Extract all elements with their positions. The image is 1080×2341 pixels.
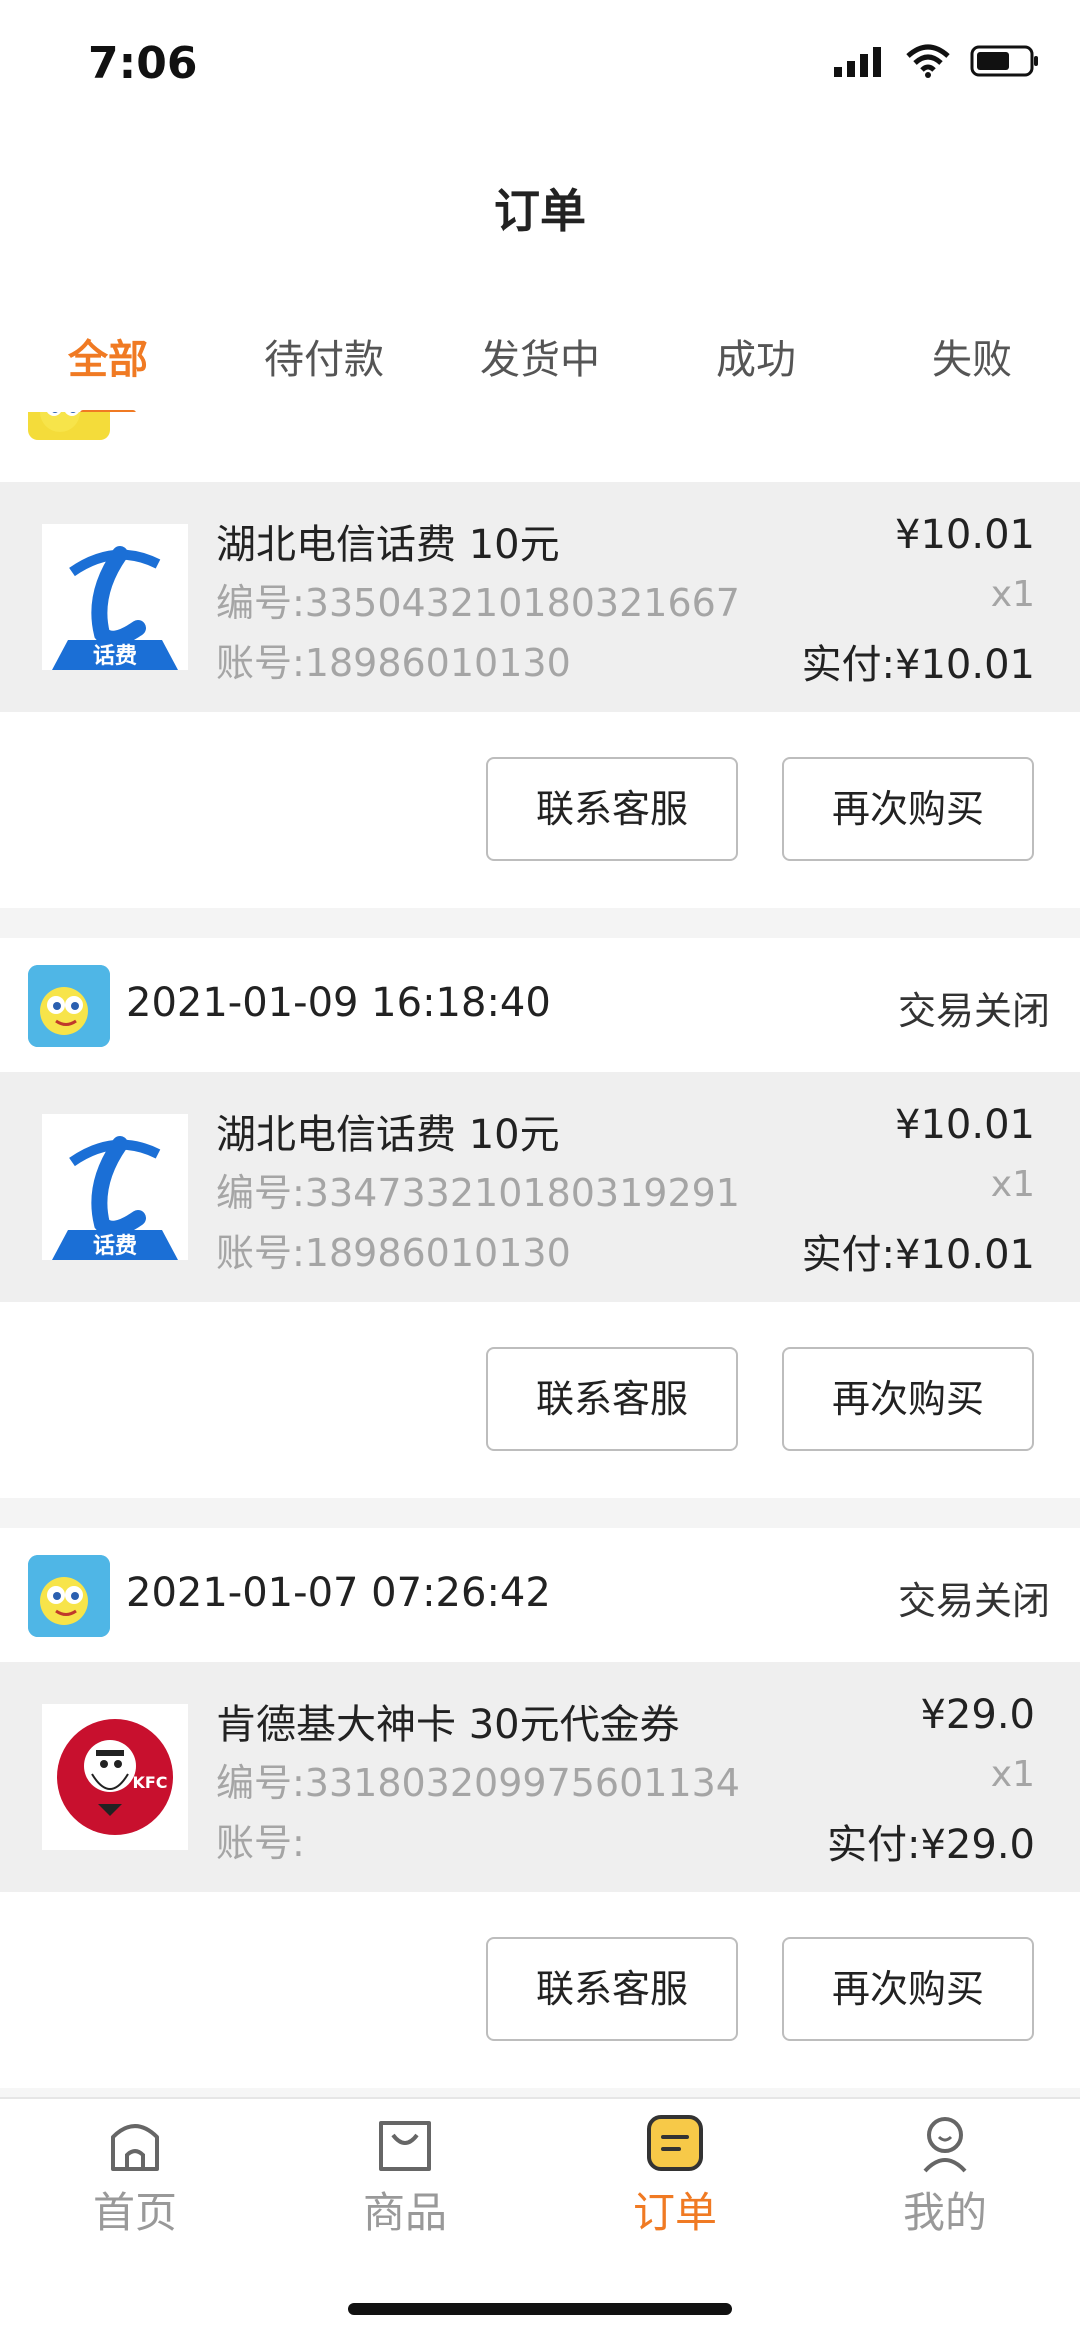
order-item[interactable]: KFC 肯德基大神卡 30元代金券 编号:331803209975601134 …: [0, 1662, 1080, 1892]
tabbar-label: 商品: [362, 2188, 447, 2237]
buy-again-button[interactable]: 再次购买: [782, 757, 1034, 861]
order-item[interactable]: 话费 湖北电信话费 10元 编号:335043210180321667 账号:1…: [0, 482, 1080, 712]
tabbar-item-orders[interactable]: 订单: [540, 2099, 810, 2249]
order-tabs: 全部 待付款 发货中 成功 失败: [0, 320, 1080, 410]
item-paid-amount: 实付:¥29.0: [827, 1822, 1035, 1868]
svg-text:话费: 话费: [93, 1234, 137, 1259]
page-title: 订单: [494, 184, 586, 238]
order-card: 话费 湖北电信话费 10元 编号:335043210180321667 账号:1…: [0, 412, 1080, 908]
mascot-avatar-icon: [28, 1555, 110, 1637]
contact-service-button[interactable]: 联系客服: [486, 757, 738, 861]
item-name: 湖北电信话费 10元: [216, 522, 560, 568]
tabbar-item-home[interactable]: 首页: [0, 2099, 270, 2249]
svg-text:KFC: KFC: [132, 1773, 167, 1792]
person-icon: [923, 2117, 967, 2173]
order-head: 2021-01-09 16:18:40 交易关闭: [0, 938, 1080, 1072]
item-order-number: 编号:331803209975601134: [216, 1761, 740, 1805]
item-price: ¥10.01: [895, 1102, 1035, 1148]
home-indicator: [348, 2303, 732, 2315]
item-order-number: 编号:334733210180319291: [216, 1171, 740, 1215]
buy-again-button[interactable]: 再次购买: [782, 1937, 1034, 2041]
item-paid-amount: 实付:¥10.01: [801, 642, 1035, 688]
bag-icon: [379, 2121, 431, 2171]
item-account: 账号:18986010130: [216, 641, 571, 685]
tab-all[interactable]: 全部: [0, 320, 216, 410]
wifi-icon: [906, 44, 950, 78]
mascot-avatar-icon: [28, 412, 110, 440]
order-date: 2021-01-07 07:26:42: [126, 1570, 551, 1616]
order-actions: 联系客服 再次购买: [0, 712, 1080, 908]
divider: [0, 908, 1080, 938]
item-order-number: 编号:335043210180321667: [216, 581, 740, 625]
svg-text:话费: 话费: [93, 644, 137, 669]
order-status: 交易关闭: [897, 989, 1050, 1033]
tabbar-label: 首页: [92, 2188, 177, 2237]
item-quantity: x1: [990, 574, 1035, 615]
tab-shipping[interactable]: 发货中: [432, 320, 648, 410]
item-name: 湖北电信话费 10元: [216, 1112, 560, 1158]
signal-icon: [834, 47, 881, 77]
item-quantity: x1: [990, 1164, 1035, 1205]
order-actions: 联系客服 再次购买: [0, 1892, 1080, 2088]
order-status: 交易关闭: [897, 1579, 1050, 1623]
contact-service-button[interactable]: 联系客服: [486, 1937, 738, 2041]
tab-failed[interactable]: 失败: [864, 320, 1080, 410]
order-icon: [647, 2115, 703, 2171]
item-account: 账号:18986010130: [216, 1231, 571, 1275]
status-bar: 7:06: [0, 0, 1080, 130]
tab-success[interactable]: 成功: [648, 320, 864, 410]
status-time: 7:06: [88, 38, 198, 89]
telecom-logo-icon: 话费: [42, 524, 188, 670]
tabbar-item-goods[interactable]: 商品: [270, 2099, 540, 2249]
kfc-logo-icon: KFC: [42, 1704, 188, 1850]
mascot-avatar-icon: [28, 965, 110, 1047]
item-price: ¥29.0: [920, 1692, 1035, 1738]
order-card: 2021-01-07 07:26:42 交易关闭 KFC 肯德基大神卡 30元代…: [0, 1528, 1080, 2088]
order-item[interactable]: 话费 湖北电信话费 10元 编号:334733210180319291 账号:1…: [0, 1072, 1080, 1302]
order-head: 2021-01-07 07:26:42 交易关闭: [0, 1528, 1080, 1662]
tabbar-label: 订单: [632, 2188, 717, 2237]
tabbar-label: 我的: [902, 2188, 987, 2237]
order-list[interactable]: 话费 湖北电信话费 10元 编号:335043210180321667 账号:1…: [0, 412, 1080, 2097]
item-account: 账号:: [216, 1821, 305, 1865]
order-head-partial: [0, 412, 1080, 482]
order-card: 2021-01-09 16:18:40 交易关闭 话费 湖北电信话费 10元 编…: [0, 938, 1080, 1498]
tab-pending-payment[interactable]: 待付款: [216, 320, 432, 410]
order-date: 2021-01-09 16:18:40: [126, 980, 551, 1026]
divider: [0, 1498, 1080, 1528]
home-icon: [111, 2124, 159, 2171]
item-paid-amount: 实付:¥10.01: [801, 1232, 1035, 1278]
telecom-logo-icon: 话费: [42, 1114, 188, 1260]
buy-again-button[interactable]: 再次购买: [782, 1347, 1034, 1451]
tabbar-item-mine[interactable]: 我的: [810, 2099, 1080, 2249]
status-icons: [834, 44, 1040, 78]
order-actions: 联系客服 再次购买: [0, 1302, 1080, 1498]
item-quantity: x1: [990, 1754, 1035, 1795]
item-price: ¥10.01: [895, 512, 1035, 558]
item-name: 肯德基大神卡 30元代金券: [216, 1702, 680, 1748]
battery-icon: [970, 45, 1038, 77]
contact-service-button[interactable]: 联系客服: [486, 1347, 738, 1451]
